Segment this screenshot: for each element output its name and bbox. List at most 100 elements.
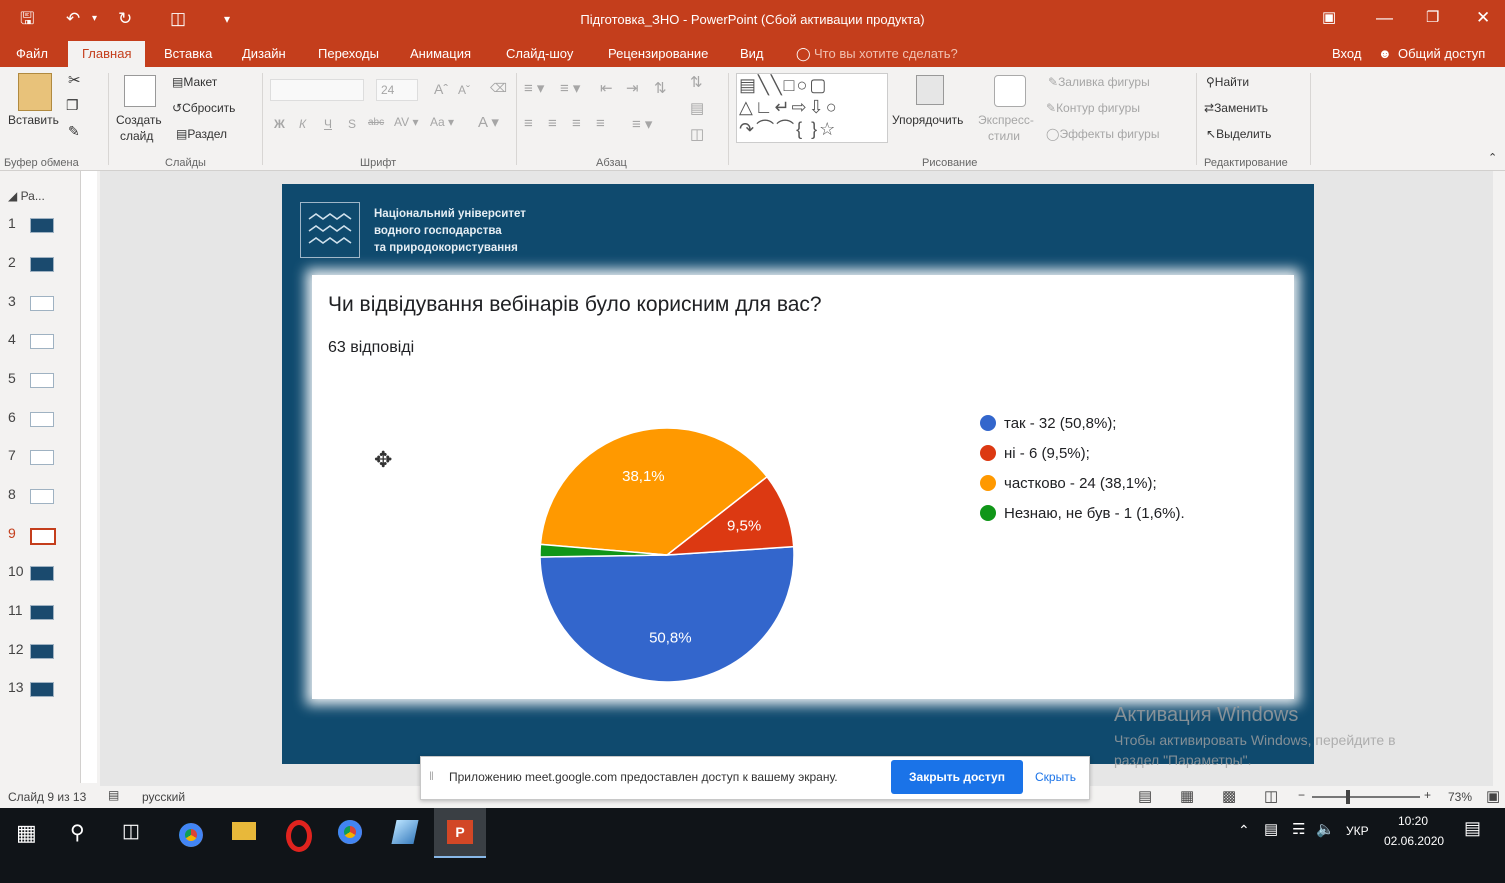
thumb-8[interactable]: 8	[8, 486, 54, 504]
strikethrough-button[interactable]: abc	[368, 117, 384, 128]
stop-sharing-button[interactable]: Закрыть доступ	[891, 760, 1023, 794]
search-taskbar-icon[interactable]: ⚲	[70, 820, 85, 845]
share-button[interactable]: Общий доступ	[1398, 46, 1485, 61]
bullets-icon[interactable]: ≡ ▾	[524, 79, 544, 97]
tab-file[interactable]: Файл	[16, 46, 48, 61]
decrease-indent-icon[interactable]: ⇤	[600, 79, 613, 97]
text-direction-icon[interactable]: ⇅	[690, 73, 703, 91]
align-right-icon[interactable]: ≡	[572, 115, 581, 132]
thumb-4[interactable]: 4	[8, 331, 54, 349]
zoom-in-icon[interactable]: +	[1424, 788, 1431, 802]
tab-insert[interactable]: Вставка	[164, 46, 212, 61]
thumb-12[interactable]: 12	[8, 641, 54, 659]
notepad-icon[interactable]	[391, 820, 419, 844]
hide-banner-link[interactable]: Скрыть	[1035, 770, 1076, 784]
powerpoint-taskbar-button[interactable]: P	[434, 808, 486, 858]
increase-font-icon[interactable]: Aˆ	[434, 81, 448, 97]
zoom-level[interactable]: 73%	[1448, 790, 1472, 804]
paste-button[interactable]: Вставить	[8, 113, 59, 127]
thumb-11[interactable]: 11	[8, 602, 54, 620]
spellcheck-icon[interactable]: ▤	[108, 788, 119, 802]
select-button[interactable]: ↖ Выделить	[1206, 127, 1271, 141]
bold-button[interactable]: Ж	[274, 117, 285, 131]
slideshow-view-icon[interactable]: ◫	[1264, 787, 1278, 805]
chrome-2-icon[interactable]	[338, 820, 362, 844]
underline-button[interactable]: Ч	[324, 117, 332, 131]
arrange-icon[interactable]	[916, 75, 944, 105]
replace-button[interactable]: ⇄ Заменить	[1204, 101, 1268, 115]
zoom-out-icon[interactable]: −	[1298, 788, 1305, 802]
thumb-2[interactable]: 2	[8, 254, 54, 272]
section-button[interactable]: ▤ Раздел	[176, 127, 227, 141]
align-left-icon[interactable]: ≡	[524, 115, 533, 132]
find-button[interactable]: ⚲ Найти	[1206, 75, 1249, 89]
columns-icon[interactable]: ≡ ▾	[632, 115, 652, 133]
decrease-font-icon[interactable]: Aˇ	[458, 83, 470, 97]
network-icon[interactable]: ▤	[1264, 820, 1278, 838]
input-language[interactable]: УКР	[1346, 824, 1369, 838]
file-explorer-icon[interactable]	[232, 822, 256, 840]
sign-in-link[interactable]: Вход	[1332, 46, 1361, 61]
restore-icon[interactable]: ❐	[1426, 8, 1439, 26]
thumb-10[interactable]: 10	[8, 563, 54, 581]
clock-time[interactable]: 10:20	[1398, 814, 1428, 828]
reset-button[interactable]: ↺ Сбросить	[172, 101, 235, 115]
clear-formatting-icon[interactable]: ⌫	[490, 81, 507, 95]
tell-me-box[interactable]: Что вы хотите сделать?	[814, 46, 958, 61]
line-spacing-icon[interactable]: ⇅	[654, 79, 667, 97]
tab-review[interactable]: Рецензирование	[608, 46, 708, 61]
font-name-box[interactable]	[270, 79, 364, 101]
char-spacing-icon[interactable]: AV ▾	[394, 115, 418, 129]
quick-styles-button[interactable]: Экспресс-	[978, 113, 1034, 127]
copy-icon[interactable]: ❐	[66, 97, 79, 114]
thumb-3[interactable]: 3	[8, 293, 54, 311]
format-painter-icon[interactable]: ✎	[68, 123, 80, 140]
align-text-icon[interactable]: ▤	[690, 99, 704, 117]
share-icon[interactable]: ☻	[1378, 46, 1392, 61]
layout-button[interactable]: ▤ Макет	[172, 75, 217, 89]
thumb-7[interactable]: 7	[8, 447, 54, 465]
quick-styles-button-line2[interactable]: стили	[988, 129, 1020, 143]
minimize-icon[interactable]: —	[1376, 8, 1393, 28]
change-case-icon[interactable]: Aa ▾	[430, 115, 454, 129]
reading-view-icon[interactable]: ▩	[1222, 787, 1236, 805]
italic-button[interactable]: К	[299, 117, 306, 131]
smartart-icon[interactable]: ◫	[690, 125, 704, 143]
paste-icon[interactable]	[18, 73, 52, 111]
font-size-box[interactable]: 24	[376, 79, 418, 101]
chrome-icon[interactable]	[176, 820, 206, 850]
zoom-slider-thumb[interactable]	[1346, 790, 1350, 804]
justify-icon[interactable]: ≡	[596, 115, 605, 132]
tab-slideshow[interactable]: Слайд-шоу	[506, 46, 573, 61]
windows-start-icon[interactable]: ▦	[16, 820, 37, 846]
section-header[interactable]: ◢ Ра...	[8, 189, 45, 203]
slide-sorter-icon[interactable]: ▦	[1180, 787, 1194, 805]
editor-scrollbar[interactable]	[1493, 171, 1505, 786]
shape-fill-button[interactable]: ✎ Заливка фигуры	[1048, 75, 1150, 89]
thumb-9[interactable]: 9	[8, 525, 56, 545]
wifi-icon[interactable]: ☴	[1292, 820, 1305, 838]
new-slide-icon[interactable]	[124, 75, 156, 107]
tray-chevron-up-icon[interactable]: ⌃	[1238, 822, 1250, 839]
arrange-button[interactable]: Упорядочить	[892, 113, 963, 127]
tab-view[interactable]: Вид	[740, 46, 764, 61]
opera-icon[interactable]	[286, 820, 312, 852]
notifications-icon[interactable]: ▤	[1464, 818, 1481, 839]
shape-outline-button[interactable]: ✎ Контур фигуры	[1046, 101, 1140, 115]
numbering-icon[interactable]: ≡ ▾	[560, 79, 580, 97]
fit-to-window-icon[interactable]: ▣	[1486, 787, 1500, 805]
new-slide-button-line2[interactable]: слайд	[120, 129, 153, 143]
tab-transitions[interactable]: Переходы	[318, 46, 379, 61]
drag-handle-icon[interactable]: ‖	[429, 769, 434, 783]
increase-indent-icon[interactable]: ⇥	[626, 79, 639, 97]
close-icon[interactable]: ✕	[1476, 8, 1490, 28]
thumb-6[interactable]: 6	[8, 409, 54, 427]
thumb-13[interactable]: 13	[8, 679, 54, 697]
volume-icon[interactable]: 🔈	[1316, 820, 1335, 838]
collapse-ribbon-icon[interactable]: ⌃	[1488, 151, 1497, 164]
normal-view-icon[interactable]: ▤	[1138, 787, 1152, 805]
tab-design[interactable]: Дизайн	[242, 46, 286, 61]
ribbon-display-icon[interactable]: ▣	[1322, 8, 1336, 26]
shapes-gallery[interactable]: ▤╲╲□○▢ △∟↵⇨⇩○ ↷⌒⌒{ }☆	[736, 73, 888, 143]
cut-icon[interactable]: ✂	[68, 71, 81, 89]
